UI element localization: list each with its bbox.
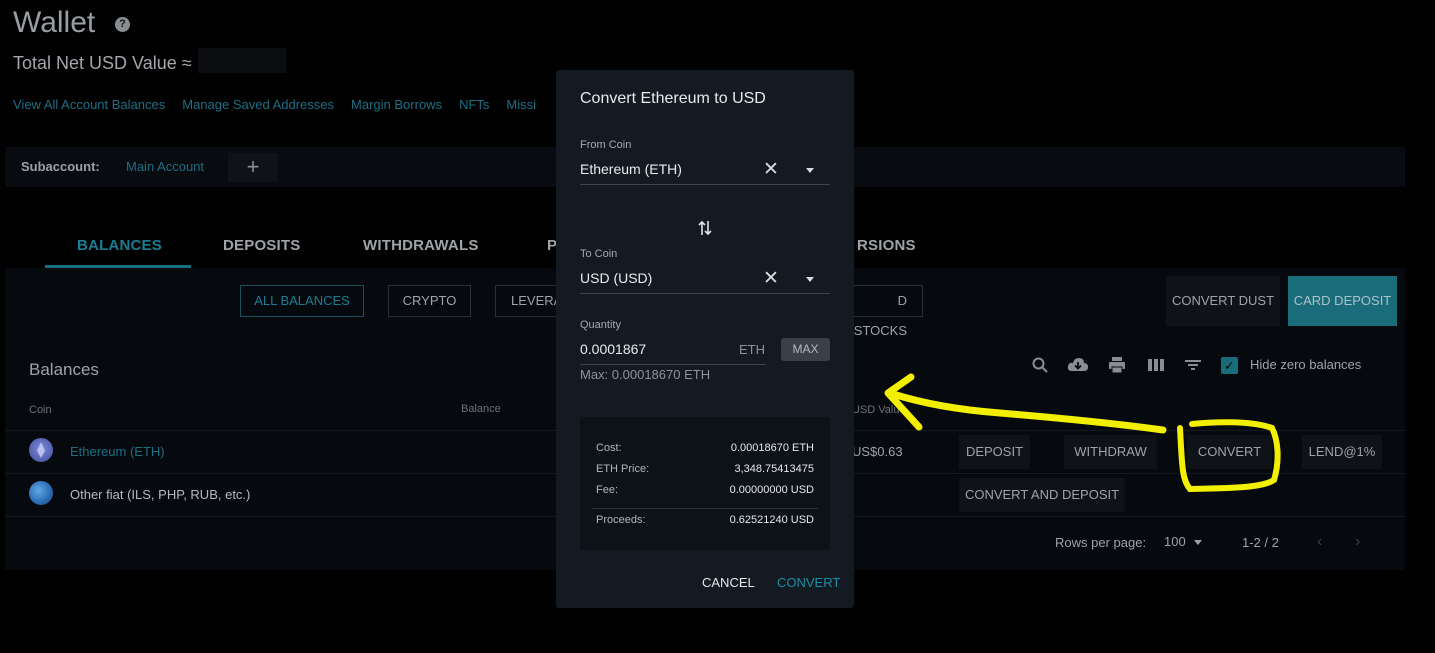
rows-per-page-select[interactable]: 100 bbox=[1164, 534, 1202, 549]
dialog-convert-button[interactable]: CONVERT bbox=[777, 575, 840, 590]
help-icon[interactable]: ? bbox=[115, 17, 130, 32]
from-coin-select[interactable]: Ethereum (ETH) bbox=[580, 161, 682, 177]
column-coin[interactable]: Coin bbox=[29, 404, 52, 416]
convert-and-deposit-button[interactable]: CONVERT AND DEPOSIT bbox=[959, 478, 1125, 512]
filter-crypto[interactable]: CRYPTO bbox=[388, 285, 471, 317]
search-icon[interactable] bbox=[1031, 356, 1049, 374]
coin-name-other-fiat: Other fiat (ILS, PHP, RUB, etc.) bbox=[70, 487, 251, 502]
card-deposit-button[interactable]: CARD DEPOSIT bbox=[1288, 276, 1397, 326]
download-icon[interactable] bbox=[1067, 356, 1089, 374]
tab-balances[interactable]: BALANCES bbox=[77, 237, 162, 254]
summary-value-cost: 0.00018670 ETH bbox=[730, 442, 814, 454]
chevron-down-icon bbox=[1193, 540, 1202, 546]
to-coin-underline bbox=[580, 293, 830, 294]
page-title: Wallet bbox=[13, 6, 96, 39]
filter-icon[interactable] bbox=[1184, 356, 1202, 374]
clear-from-icon[interactable]: ✕ bbox=[763, 160, 779, 179]
summary-value-price: 3,348.75413475 bbox=[734, 463, 814, 475]
chevron-right-icon[interactable]: › bbox=[1355, 533, 1360, 551]
quantity-input[interactable]: 0.0001867 bbox=[580, 341, 646, 357]
link-missions[interactable]: Missi bbox=[506, 97, 536, 112]
to-coin-select[interactable]: USD (USD) bbox=[580, 270, 652, 286]
link-margin-borrows[interactable]: Margin Borrows bbox=[351, 97, 442, 112]
summary-value-proceeds: 0.62521240 USD bbox=[729, 514, 814, 526]
column-balance[interactable]: Balance bbox=[461, 403, 501, 415]
dialog-cancel-button[interactable]: CANCEL bbox=[702, 575, 755, 590]
dialog-title: Convert Ethereum to USD bbox=[580, 90, 766, 107]
net-value-label: Total Net USD Value ≈ bbox=[13, 53, 192, 73]
pagination-range: 1-2 / 2 bbox=[1242, 535, 1279, 550]
rows-per-page-label: Rows per page: bbox=[1055, 535, 1147, 550]
ethereum-icon bbox=[29, 438, 53, 462]
usd-value-ethereum: US$0.63 bbox=[852, 444, 903, 459]
summary-key-proceeds: Proceeds: bbox=[596, 514, 646, 526]
chevron-left-icon[interactable]: ‹ bbox=[1317, 533, 1322, 551]
tab-conversions[interactable]: RSIONS bbox=[857, 237, 916, 254]
from-coin-underline bbox=[580, 184, 830, 185]
print-icon[interactable] bbox=[1108, 356, 1126, 374]
columns-icon[interactable] bbox=[1147, 356, 1165, 374]
quantity-label: Quantity bbox=[580, 319, 621, 331]
filter-leveraged[interactable]: LEVERA bbox=[495, 285, 565, 317]
summary-key-price: ETH Price: bbox=[596, 463, 650, 475]
lend-button[interactable]: LEND@1% bbox=[1302, 435, 1382, 469]
column-usd-value[interactable]: USD Value bbox=[852, 404, 906, 416]
filter-all-balances[interactable]: ALL BALANCES bbox=[240, 285, 364, 317]
summary-value-fee: 0.00000000 USD bbox=[729, 484, 814, 496]
max-button[interactable]: MAX bbox=[781, 338, 830, 361]
hide-zero-checkbox[interactable]: ✓ bbox=[1221, 357, 1238, 374]
quantity-underline bbox=[580, 364, 766, 365]
to-coin-label: To Coin bbox=[580, 248, 618, 260]
subaccount-main[interactable]: Main Account bbox=[126, 159, 204, 174]
subaccount-label: Subaccount: bbox=[21, 159, 100, 174]
swap-icon[interactable] bbox=[697, 219, 713, 242]
add-subaccount-button[interactable]: + bbox=[228, 153, 278, 182]
deposit-button[interactable]: DEPOSIT bbox=[959, 435, 1030, 469]
withdraw-button[interactable]: WITHDRAW bbox=[1064, 435, 1157, 469]
tab-withdrawals[interactable]: WITHDRAWALS bbox=[363, 237, 479, 254]
link-nfts[interactable]: NFTs bbox=[459, 97, 489, 112]
net-value-redacted bbox=[198, 48, 286, 73]
max-quantity-text: Max: 0.00018670 ETH bbox=[580, 367, 711, 382]
link-view-all-balances[interactable]: View All Account Balances bbox=[13, 97, 165, 112]
from-chevron-down-icon[interactable] bbox=[806, 168, 814, 173]
summary-key-cost: Cost: bbox=[596, 442, 622, 454]
clear-to-icon[interactable]: ✕ bbox=[763, 269, 779, 288]
summary-divider bbox=[592, 508, 818, 509]
tab-deposits[interactable]: DEPOSITS bbox=[223, 237, 300, 254]
globe-icon bbox=[29, 481, 53, 505]
to-chevron-down-icon[interactable] bbox=[806, 277, 814, 282]
account-links: View All Account Balances Manage Saved A… bbox=[13, 97, 536, 112]
convert-button[interactable]: CONVERT bbox=[1187, 435, 1272, 469]
summary-key-fee: Fee: bbox=[596, 484, 619, 496]
convert-dust-button[interactable]: CONVERT DUST bbox=[1166, 276, 1280, 326]
rows-per-page-value: 100 bbox=[1164, 534, 1186, 549]
hide-zero-label: Hide zero balances bbox=[1250, 357, 1362, 372]
coin-name-ethereum[interactable]: Ethereum (ETH) bbox=[70, 444, 165, 459]
quantity-unit: ETH bbox=[739, 342, 765, 357]
balances-title: Balances bbox=[29, 360, 99, 379]
link-manage-saved-addresses[interactable]: Manage Saved Addresses bbox=[182, 97, 334, 112]
from-coin-label: From Coin bbox=[580, 139, 632, 151]
